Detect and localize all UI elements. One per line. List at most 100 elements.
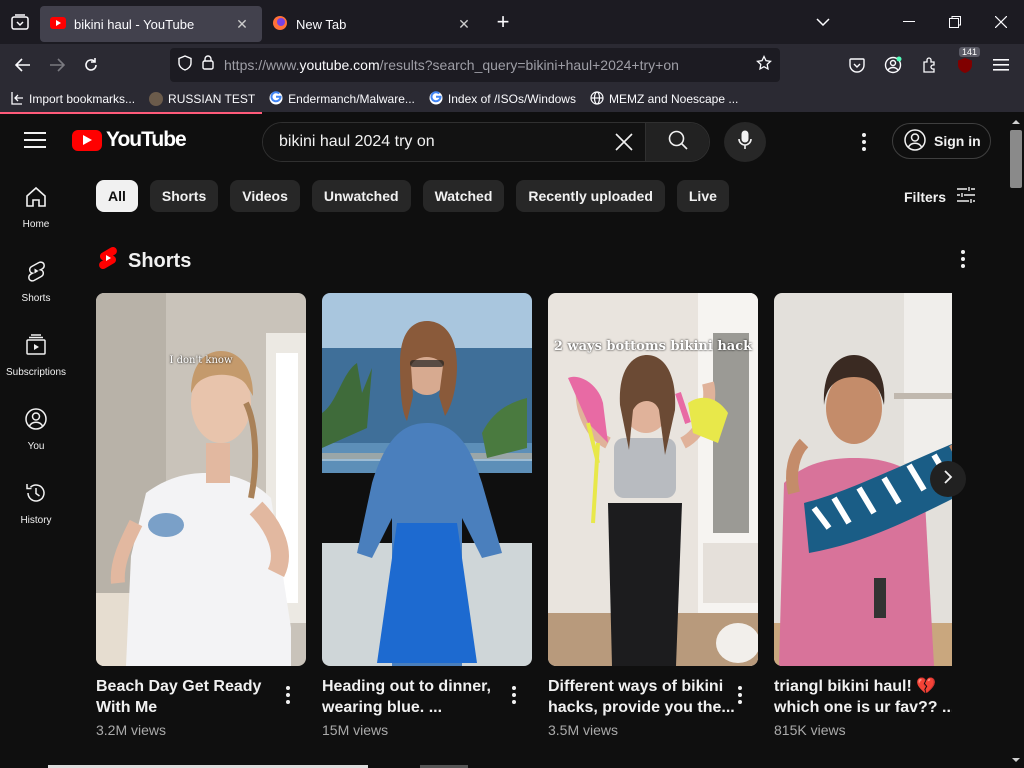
short-card[interactable]: 2 ways bottoms bikini hack Different way… [548,293,758,738]
close-tab-icon[interactable]: ✕ [232,14,252,34]
sidebar-label: Home [22,219,50,230]
close-window-button[interactable] [978,0,1024,44]
address-bar[interactable]: https://www.youtube.com/results?search_q… [170,48,780,82]
chip-all[interactable]: All [96,180,138,212]
chip-shorts[interactable]: Shorts [149,180,219,212]
guide-menu-icon[interactable] [24,132,46,153]
bookmark-russian-test[interactable]: RUSSIAN TEST [149,92,255,106]
google-favicon [269,90,283,108]
short-more-icon[interactable] [276,683,300,707]
pocket-icon[interactable] [840,49,874,81]
youtube-page: YouTube bikini haul 2024 try on Sign in … [0,114,1008,768]
shield-icon[interactable] [178,54,192,76]
home-icon [25,186,47,211]
sidebar-item-shorts[interactable]: Shorts [0,244,72,318]
sidebar-item-history[interactable]: History [0,466,72,540]
settings-more-icon[interactable] [852,130,876,154]
short-views: 3.2M views [96,722,167,738]
sidebar-item-home[interactable]: Home [0,170,72,244]
bookmark-label: RUSSIAN TEST [168,92,256,106]
shorts-next-button[interactable] [930,461,966,497]
shorts-icon [25,260,47,285]
bookmark-star-icon[interactable] [756,54,772,76]
you-icon [25,408,47,433]
browser-tab-bar: bikini haul - YouTube ✕ New Tab ✕ + [0,0,1024,44]
short-card[interactable]: I don't know Beach Day Get Ready With Me… [96,293,306,738]
shorts-shelf-more-icon[interactable] [951,247,975,271]
browser-nav-bar: https://www.youtube.com/results?search_q… [0,44,1024,86]
sign-in-button[interactable]: Sign in [892,123,991,159]
reload-button[interactable] [74,49,108,81]
bookmark-import[interactable]: Import bookmarks... [10,91,135,108]
tab-title: New Tab [296,16,347,32]
bookmark-label: Endermanch/Malware... [288,92,415,106]
short-thumbnail[interactable] [322,293,532,666]
bookmark-label: MEMZ and Noescape ... [608,92,739,106]
chip-recently-uploaded[interactable]: Recently uploaded [516,180,665,212]
search-box: bikini haul 2024 try on [262,122,710,162]
short-overlay-text: 2 ways bottoms bikini hack [553,339,753,354]
bookmark-label: Import bookmarks... [29,92,136,106]
chevron-right-icon [943,469,953,490]
subscriptions-icon [25,334,47,359]
short-thumbnail[interactable]: 2 ways bottoms bikini hack [548,293,758,666]
url-text[interactable]: https://www.youtube.com/results?search_q… [224,57,746,73]
minimize-button[interactable] [886,0,932,44]
short-views: 3.5M views [548,722,619,738]
close-tab-icon[interactable]: ✕ [454,14,474,34]
microphone-icon [738,130,752,155]
extensions-icon[interactable] [912,49,946,81]
short-title[interactable]: Heading out to dinner, wearing blue. ... [322,676,512,718]
maximize-button[interactable] [932,0,978,44]
chip-live[interactable]: Live [676,180,729,212]
short-card[interactable]: Heading out to dinner, wearing blue. ...… [322,293,532,738]
bookmark-endermanch[interactable]: Endermanch/Malware... [269,90,415,108]
youtube-play-icon [72,129,102,151]
short-views: 15M views [322,722,389,738]
search-button[interactable] [645,123,709,161]
tab-overflow-chevron-icon[interactable] [800,0,846,44]
clear-search-icon[interactable] [603,123,645,161]
sliders-icon [956,186,976,207]
account-icon[interactable] [876,49,910,81]
lock-icon[interactable] [202,55,214,75]
short-title[interactable]: triangl bikini haul! 💔 which one is ur f… [774,676,952,718]
tab-new-tab[interactable]: New Tab ✕ [262,6,484,42]
tab-youtube[interactable]: bikini haul - YouTube ✕ [40,6,262,42]
chip-videos[interactable]: Videos [230,180,300,212]
chip-watched[interactable]: Watched [422,180,505,212]
search-input[interactable]: bikini haul 2024 try on [263,123,603,161]
toolbar-right: 141 [840,47,1018,81]
short-thumbnail[interactable]: I don't know [96,293,306,666]
short-title[interactable]: Different ways of bikini hacks, provide … [548,676,738,718]
short-thumbnail[interactable] [774,293,952,666]
chip-unwatched[interactable]: Unwatched [311,180,411,212]
back-button[interactable] [6,49,40,81]
short-overlay-text: I don't know [169,355,233,366]
sidebar-item-you[interactable]: You [0,392,72,466]
tab-list-icon[interactable] [0,0,40,44]
sidebar-label: You [27,441,45,452]
bookmarks-bar: Import bookmarks... RUSSIAN TEST Enderma… [0,86,1024,112]
bookmark-isos[interactable]: Index of /ISOs/Windows [429,90,576,108]
filters-label: Filters [904,188,947,205]
short-more-icon[interactable] [502,683,526,707]
short-card[interactable]: triangl bikini haul! 💔 which one is ur f… [774,293,952,738]
ublock-extension-icon[interactable]: 141 [948,47,982,81]
page-scrollbar[interactable] [1008,114,1024,768]
new-tab-button[interactable]: + [488,7,518,37]
url-path: /results?search_query=bikini+haul+2024+t… [379,57,679,73]
forward-button[interactable] [40,49,74,81]
bookmark-memz[interactable]: MEMZ and Noescape ... [590,90,739,108]
url-domain: youtube.com [299,57,380,73]
sidebar-item-subscriptions[interactable]: Subscriptions [0,318,72,392]
short-title[interactable]: Beach Day Get Ready With Me [96,676,286,718]
menu-hamburger-icon[interactable] [984,49,1018,81]
mini-guide-sidebar: Home Shorts Subscriptions You History [0,170,72,540]
filters-button[interactable]: Filters [904,186,976,207]
short-more-icon[interactable] [728,683,752,707]
page-scrollbar-thumb[interactable] [1010,130,1022,188]
voice-search-button[interactable] [724,122,766,162]
youtube-logo[interactable]: YouTube [72,128,187,152]
search-icon [668,130,688,155]
